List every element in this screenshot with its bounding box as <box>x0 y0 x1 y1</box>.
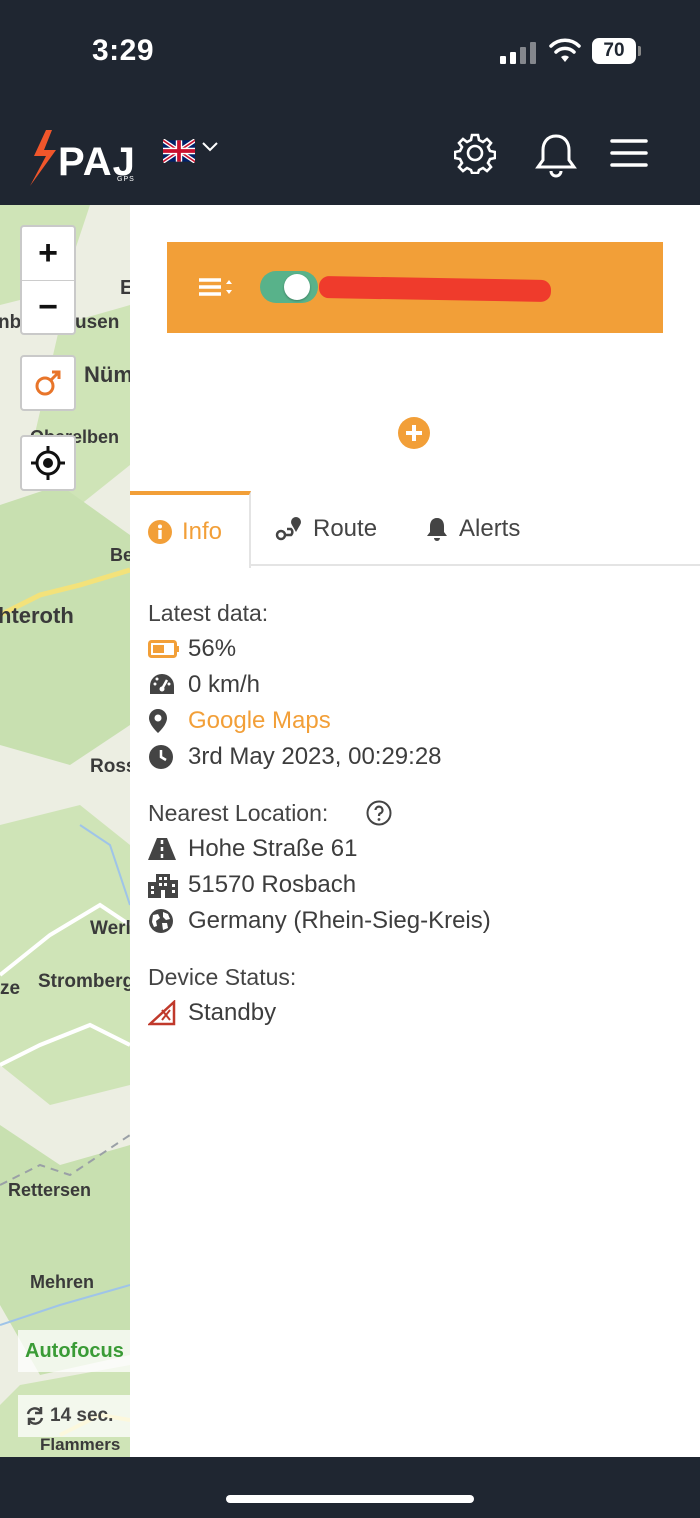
autofocus-toggle[interactable]: Autofocus <box>18 1330 130 1372</box>
timestamp-row: 3rd May 2023, 00:29:28 <box>148 739 688 775</box>
logo-subtext: GPS <box>117 176 135 183</box>
zoom-in-button[interactable]: + <box>22 227 74 280</box>
road-icon <box>148 838 176 860</box>
map-label: E <box>120 277 130 299</box>
male-symbol-icon <box>35 370 61 396</box>
maps-row: Google Maps <box>148 703 688 739</box>
toggle-knob <box>284 274 310 300</box>
timestamp-value: 3rd May 2023, 00:29:28 <box>188 743 442 770</box>
map-label: Flammers <box>40 1435 121 1454</box>
map-label: Werl <box>90 918 130 939</box>
question-circle-icon[interactable] <box>366 800 392 826</box>
device-name <box>318 275 552 303</box>
device-status-title: Device Status: <box>148 964 297 990</box>
city-icon <box>148 874 178 898</box>
zoom-out-button[interactable]: − <box>22 280 74 333</box>
map-label: Ross <box>90 756 130 777</box>
speedometer-icon <box>150 674 174 694</box>
chevron-down-icon[interactable] <box>201 141 219 153</box>
region-value: Germany (Rhein-Sieg-Kreis) <box>188 907 491 934</box>
speed-row: 0 km/h <box>148 667 688 703</box>
zoom-control: + − <box>20 225 76 335</box>
gender-symbol-button[interactable] <box>20 355 76 411</box>
hamburger-menu-icon[interactable] <box>610 138 648 168</box>
tab-info[interactable]: Info <box>130 491 251 568</box>
region-row: Germany (Rhein-Sieg-Kreis) <box>148 903 688 939</box>
standby-signal-icon <box>148 1000 176 1026</box>
plus-circle-icon[interactable] <box>398 417 430 449</box>
battery-tip <box>638 46 641 56</box>
sort-menu-icon[interactable] <box>197 276 235 298</box>
map-label: Mehren <box>30 1272 95 1292</box>
tab-label: Alerts <box>459 514 521 542</box>
map-label: Nüm <box>84 362 130 387</box>
bell-icon <box>427 517 447 541</box>
tab-label: Route <box>313 514 378 542</box>
wifi-icon <box>549 38 581 62</box>
device-bar <box>167 242 663 333</box>
map-label: ze <box>0 978 21 999</box>
route-icon <box>275 516 301 540</box>
nearest-location-title: Nearest Location: <box>148 795 688 831</box>
clock-icon <box>149 745 173 769</box>
home-bar-area <box>0 1457 700 1518</box>
battery-row: 56% <box>148 631 688 667</box>
map-view[interactable]: E nbe usen Nüm Oberelben Be hteroth Ross… <box>0 205 130 1457</box>
info-section: Latest data: 56% 0 km/h Google Maps 3rd … <box>148 595 688 1031</box>
home-indicator[interactable] <box>226 1495 474 1503</box>
map-label: Stromberg <box>38 971 130 992</box>
street-value: Hohe Straße 61 <box>188 835 358 862</box>
map-label: Be <box>110 545 130 565</box>
tab-bar: Info Route Alerts <box>130 491 700 568</box>
city-row: 51570 Rosbach <box>148 867 688 903</box>
battery-indicator: 70 <box>592 38 636 64</box>
speed-value: 0 km/h <box>188 671 261 698</box>
device-panel: Info Route Alerts Latest data: 56% 0 km/… <box>130 205 700 1457</box>
crosshair-icon <box>31 446 65 480</box>
map-pin-icon <box>149 709 167 733</box>
map-label: Rettersen <box>8 1180 92 1200</box>
city-value: 51570 Rosbach <box>188 871 357 898</box>
tab-alerts[interactable]: Alerts <box>425 491 520 566</box>
info-circle-icon <box>148 519 172 544</box>
map-label: hteroth <box>0 603 74 628</box>
status-row: Standby <box>148 995 688 1031</box>
status-value: Standby <box>188 999 277 1026</box>
latest-data-title: Latest data: <box>148 600 269 626</box>
refresh-timer[interactable]: 14 sec. <box>18 1395 130 1437</box>
status-bar: 3:29 70 <box>0 0 700 110</box>
battery-icon <box>148 640 179 658</box>
google-maps-link[interactable]: Google Maps <box>188 707 331 735</box>
battery-value: 56% <box>188 635 237 662</box>
device-toggle[interactable] <box>260 271 318 303</box>
tab-label: Info <box>182 517 223 545</box>
globe-icon <box>149 909 173 933</box>
gear-icon[interactable] <box>454 132 496 174</box>
map-label: usen <box>75 312 120 333</box>
refresh-interval: 14 sec. <box>50 1405 114 1426</box>
cellular-signal-icon <box>500 42 540 64</box>
refresh-icon <box>26 1407 44 1425</box>
locate-me-button[interactable] <box>20 435 76 491</box>
tab-route[interactable]: Route <box>275 491 377 566</box>
status-time: 3:29 <box>92 34 155 67</box>
uk-flag-icon[interactable] <box>163 139 195 163</box>
nearest-location-label: Nearest Location: <box>148 800 329 826</box>
street-row: Hohe Straße 61 <box>148 831 688 867</box>
app-header: PAJ GPS <box>0 110 700 205</box>
bell-icon[interactable] <box>534 132 578 178</box>
